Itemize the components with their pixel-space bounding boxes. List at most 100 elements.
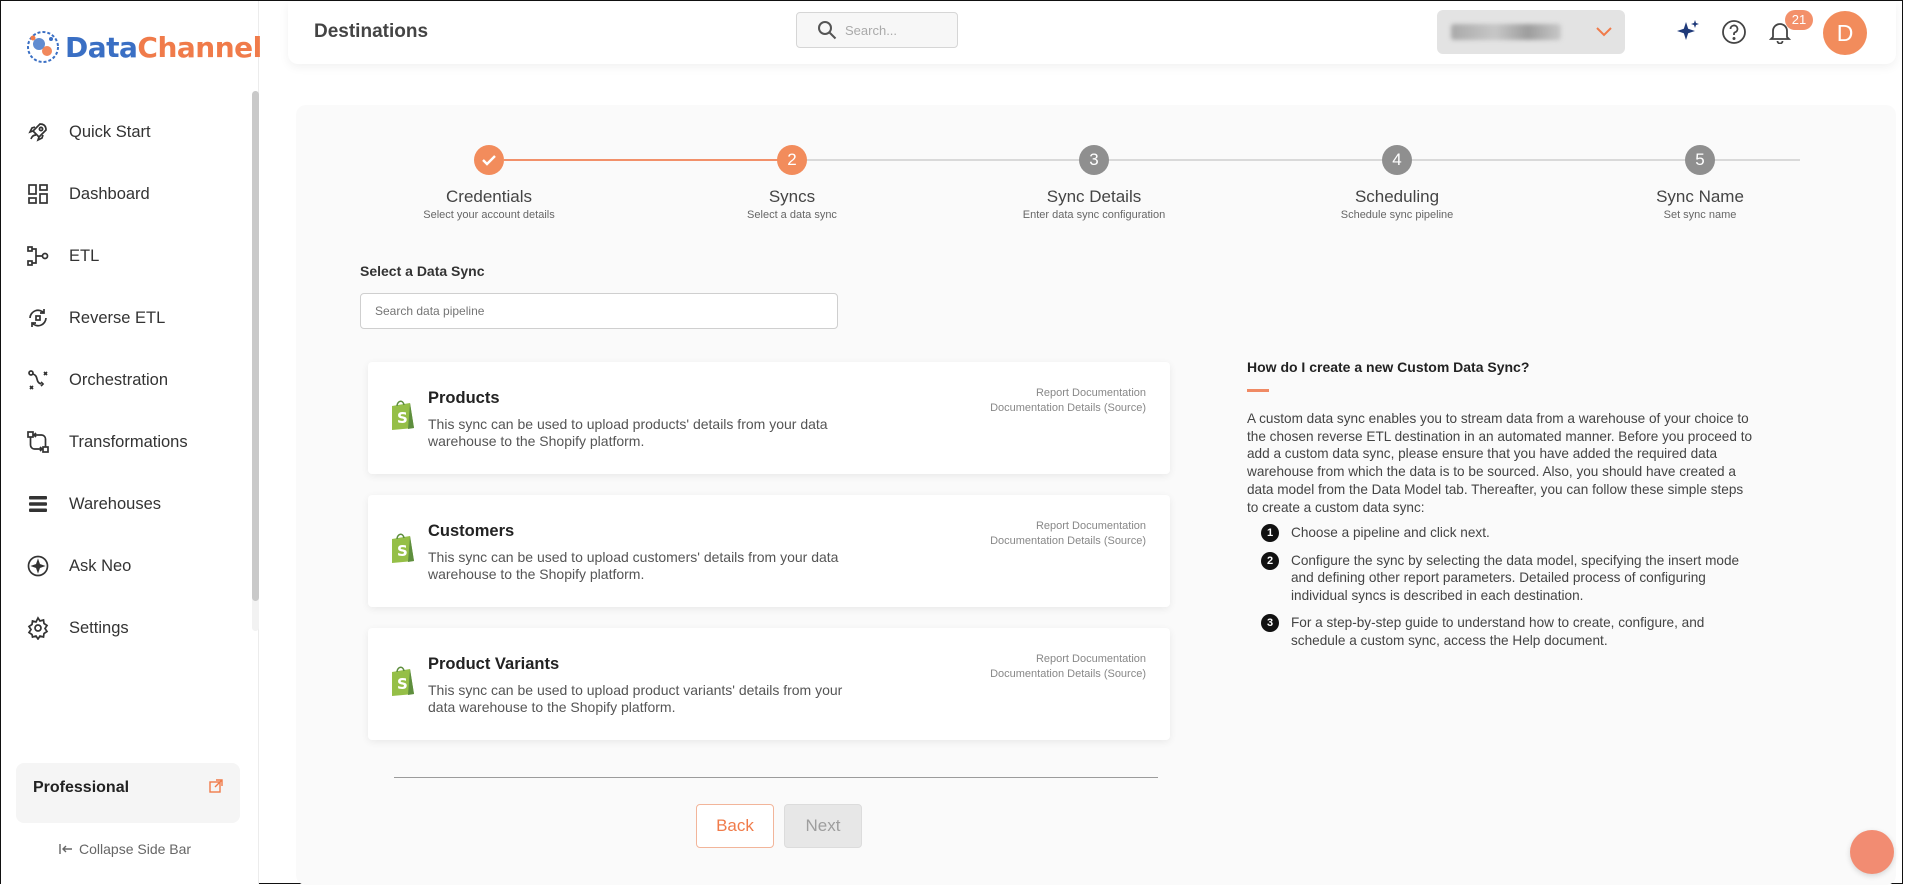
sync-description: This sync can be used to upload product …: [428, 682, 843, 715]
sidebar-scrollbar-thumb[interactable]: [252, 91, 259, 601]
page-title: Destinations: [314, 21, 429, 42]
report-documentation-link[interactable]: Report Documentation: [990, 652, 1146, 667]
sidebar: DataChannel Quick Start Dashboard ETL Re…: [1, 1, 262, 884]
documentation-details-link[interactable]: Documentation Details (Source): [990, 667, 1146, 682]
help-step: 2 Configure the sync by selecting the dat…: [1247, 551, 1757, 605]
help-step: 3 For a step-by-step guide to understand …: [1247, 614, 1757, 649]
sync-doc-links: Report Documentation Documentation Detai…: [990, 386, 1146, 416]
collapse-sidebar-button[interactable]: Collapse Side Bar: [59, 841, 191, 857]
step-subtitle: Schedule sync pipeline: [1340, 209, 1454, 221]
report-documentation-link[interactable]: Report Documentation: [990, 519, 1146, 534]
shopify-bag-icon: S: [392, 666, 414, 696]
sidebar-item-etl[interactable]: ETL: [1, 225, 249, 287]
datachannel-logo[interactable]: DataChannel: [25, 29, 262, 65]
sidebar-item-label: ETL: [69, 246, 100, 265]
sidebar-item-label: Orchestration: [69, 370, 169, 389]
top-header: Destinations Search... 21 D: [288, 2, 1896, 64]
workspace-name-redacted: [1451, 24, 1561, 40]
sync-doc-links: Report Documentation Documentation Detai…: [990, 652, 1146, 682]
search-icon: [818, 21, 837, 40]
logo-globe-icon: [27, 31, 59, 63]
collapse-arrow-icon: [59, 844, 72, 854]
help-panel: How do I create a new Custom Data Sync? …: [1247, 359, 1757, 659]
chevron-down-icon: [1596, 27, 1612, 37]
sync-title: Product Variants: [428, 655, 560, 673]
sidebar-item-orchestration[interactable]: Orchestration: [1, 349, 249, 411]
sidebar-item-label: Quick Start: [69, 122, 151, 141]
select-data-sync-label: Select a Data Sync: [360, 263, 485, 279]
help-icon[interactable]: [1720, 18, 1748, 46]
search-placeholder: Search...: [845, 22, 898, 38]
workspace-selector[interactable]: [1437, 10, 1625, 54]
orchestration-icon: [25, 367, 51, 393]
step-number: 5: [1685, 145, 1715, 175]
gear-icon: [25, 615, 51, 641]
sidebar-item-label: Dashboard: [69, 184, 150, 203]
documentation-details-link[interactable]: Documentation Details (Source): [990, 534, 1146, 549]
next-button[interactable]: Next: [784, 804, 862, 848]
step-subtitle: Set sync name: [1663, 209, 1737, 221]
help-step-text: Configure the sync by selecting the data…: [1291, 552, 1740, 603]
step-sync-details[interactable]: 3 Sync Details Enter data sync configura…: [994, 145, 1194, 221]
sidebar-item-dashboard[interactable]: Dashboard: [1, 163, 249, 225]
sync-card-product-variants[interactable]: S Product Variants This sync can be used…: [368, 628, 1170, 740]
step-syncs[interactable]: 2 Syncs Select a data sync: [692, 145, 892, 221]
sidebar-item-quick-start[interactable]: Quick Start: [1, 101, 249, 163]
step-title: Sync Details: [1046, 187, 1142, 206]
notification-count-badge: 21: [1785, 10, 1813, 30]
step-subtitle: Select a data sync: [747, 209, 837, 221]
global-search-input[interactable]: Search...: [796, 12, 958, 48]
help-step-text: Choose a pipeline and click next.: [1291, 525, 1490, 541]
help-steps-list: 1 Choose a pipeline and click next. 2 Conf…: [1247, 524, 1757, 649]
sidebar-item-transformations[interactable]: Transformations: [1, 411, 249, 473]
documentation-details-link[interactable]: Documentation Details (Source): [990, 401, 1146, 416]
sidebar-item-settings[interactable]: Settings: [1, 597, 249, 659]
sync-card-customers[interactable]: S Customers This sync can be used to upl…: [368, 495, 1170, 607]
collapse-sidebar-label: Collapse Side Bar: [79, 841, 192, 857]
chat-fab-button[interactable]: [1850, 830, 1894, 874]
step-scheduling[interactable]: 4 Scheduling Schedule sync pipeline: [1297, 145, 1497, 221]
etl-flow-icon: [25, 243, 51, 269]
step-title: Syncs: [768, 187, 816, 206]
step-check-icon: [474, 145, 504, 175]
help-heading: How do I create a new Custom Data Sync?: [1247, 359, 1530, 375]
help-step-text: For a step-by-step guide to understand h…: [1291, 615, 1705, 648]
help-step: 1 Choose a pipeline and click next.: [1247, 524, 1757, 543]
step-title: Credentials: [446, 187, 532, 206]
sidebar-item-label: Ask Neo: [69, 556, 132, 575]
wizard-stepper: Credentials Select your account details …: [296, 105, 1896, 235]
sidebar-item-warehouses[interactable]: Warehouses: [1, 473, 249, 535]
sync-description: This sync can be used to upload products…: [428, 416, 828, 449]
ai-sparkle-icon[interactable]: [1674, 18, 1702, 46]
sidebar-item-label: Reverse ETL: [69, 308, 166, 327]
external-link-icon[interactable]: [209, 779, 223, 793]
step-number: 2: [777, 145, 807, 175]
report-documentation-link[interactable]: Report Documentation: [990, 386, 1146, 401]
step-number: 3: [1079, 145, 1109, 175]
sidebar-item-reverse-etl[interactable]: Reverse ETL: [1, 287, 249, 349]
sidebar-item-ask-neo[interactable]: Ask Neo: [1, 535, 249, 597]
sidebar-item-label: Transformations: [69, 432, 188, 451]
shopify-bag-icon: S: [392, 400, 414, 430]
reverse-etl-icon: [25, 305, 51, 331]
step-number: 4: [1382, 145, 1412, 175]
sync-doc-links: Report Documentation Documentation Detai…: [990, 519, 1146, 549]
search-data-pipeline-input[interactable]: [360, 293, 838, 329]
step-title: Sync Name: [1656, 187, 1744, 206]
main-content: Credentials Select your account details …: [296, 105, 1896, 885]
step-sync-name[interactable]: 5 Sync Name Set sync name: [1600, 145, 1800, 221]
step-credentials[interactable]: Credentials Select your account details: [389, 145, 589, 221]
sync-title: Customers: [428, 522, 515, 540]
dashboard-grid-icon: [25, 181, 51, 207]
user-avatar[interactable]: D: [1823, 11, 1867, 55]
sync-card-products[interactable]: S Products This sync can be used to uplo…: [368, 362, 1170, 474]
plan-card[interactable]: Professional: [16, 763, 240, 823]
step-subtitle: Select your account details: [423, 209, 555, 221]
sync-title: Products: [428, 389, 500, 407]
help-step-number: 2: [1261, 551, 1279, 570]
warehouse-stack-icon: [25, 491, 51, 517]
sparkle-box-icon: [25, 553, 51, 579]
transformations-icon: [25, 429, 51, 455]
svg-text:S: S: [397, 409, 408, 427]
back-button[interactable]: Back: [696, 804, 774, 848]
